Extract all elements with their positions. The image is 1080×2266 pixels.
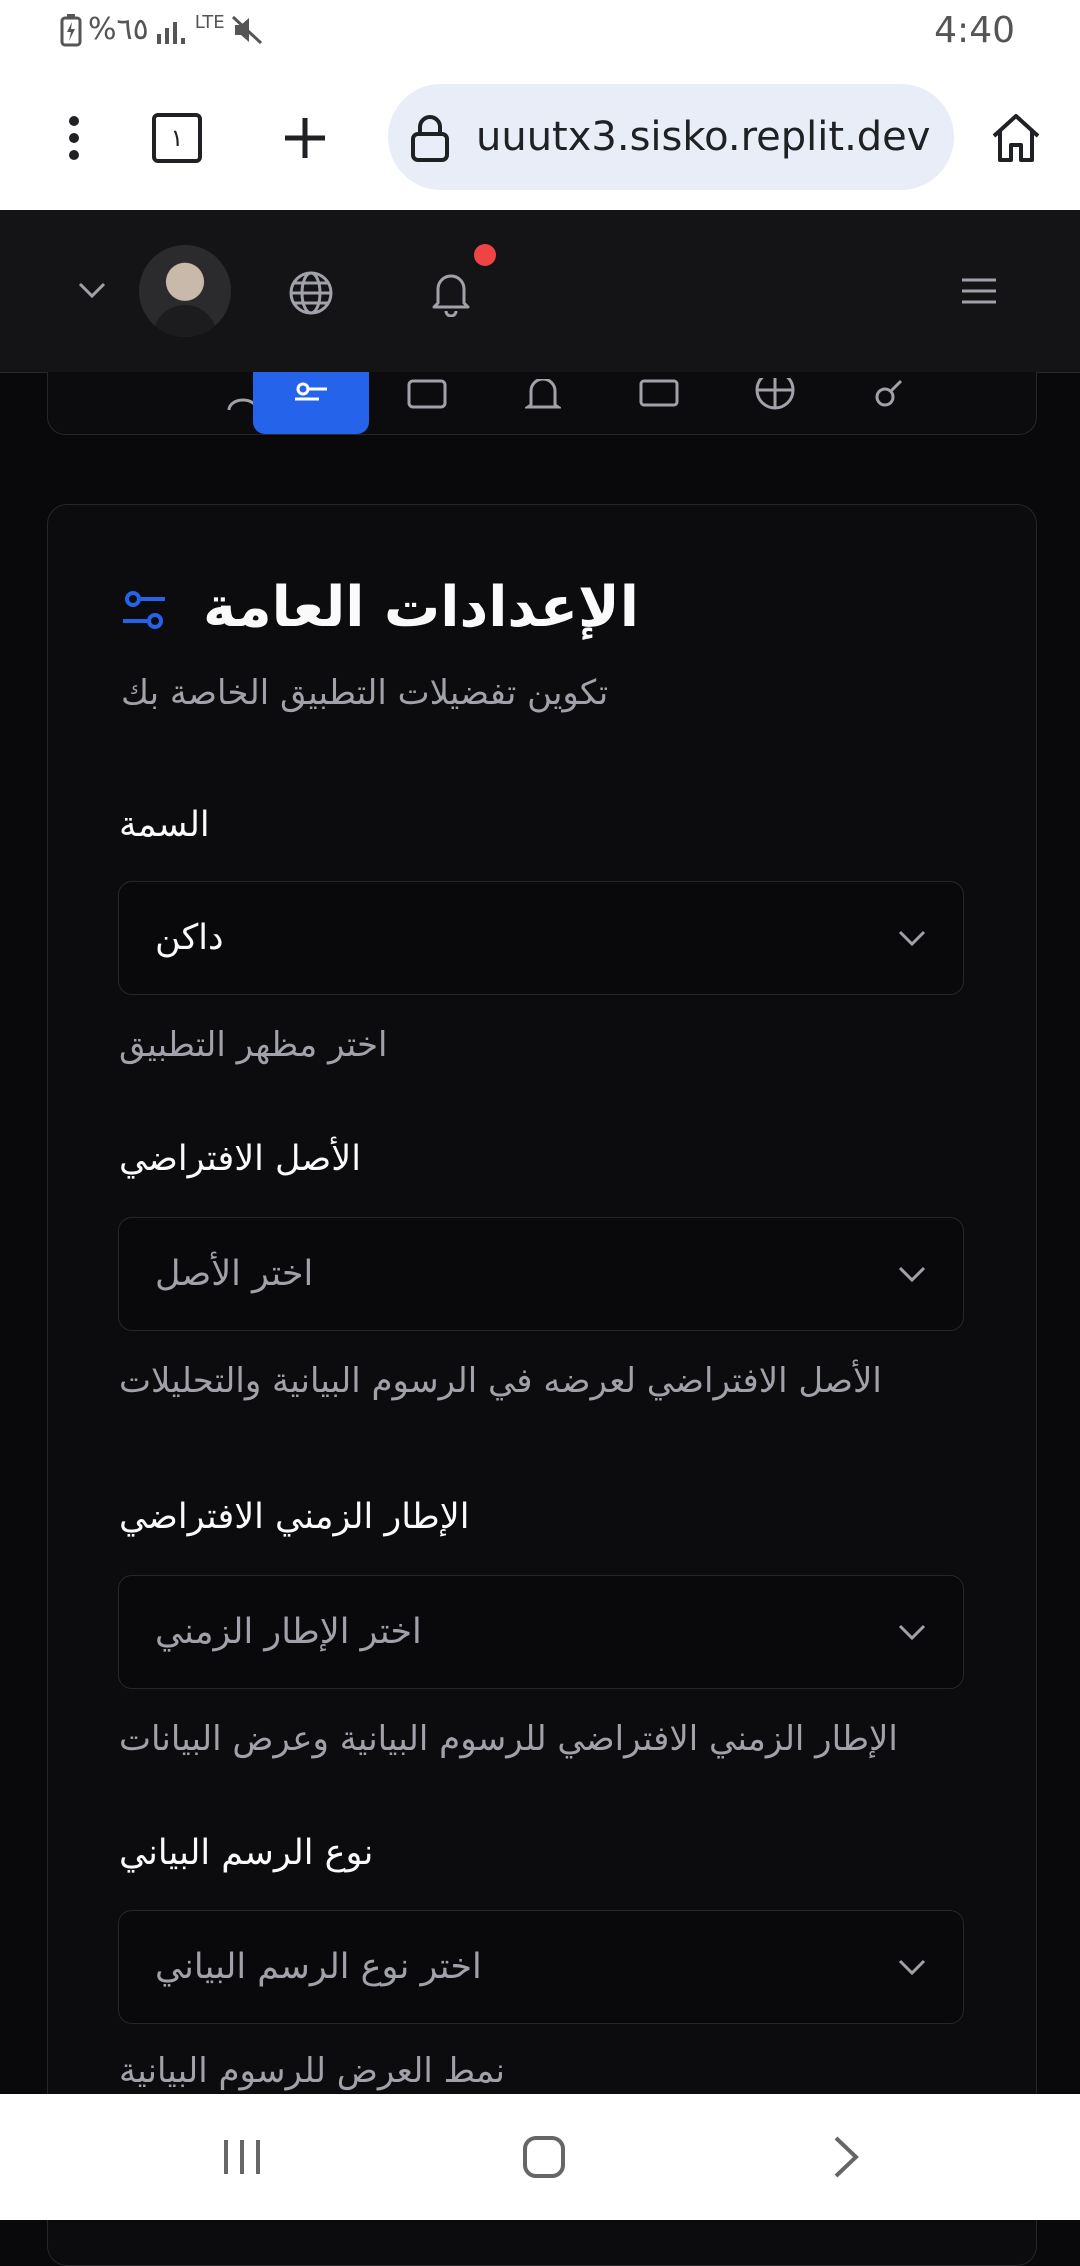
status-icons: %٦٥ LTE (60, 12, 265, 47)
lock-icon (411, 115, 449, 162)
theme-select[interactable]: داكن (118, 881, 964, 995)
tab-count: ١ (152, 113, 202, 163)
default-asset-placeholder: اختر الأصل (155, 1254, 314, 1294)
default-asset-help: الأصل الافتراضي لعرضه في الرسوم البيانية… (119, 1361, 882, 1401)
battery-charging-icon (60, 13, 82, 46)
notification-badge (474, 244, 496, 266)
url-text: uuutx3.sisko.replit.dev (476, 114, 931, 160)
chart-type-select[interactable]: اختر نوع الرسم البياني (118, 1910, 964, 2024)
menu-icon[interactable] (956, 268, 1002, 314)
notification-bell-icon[interactable] (426, 266, 476, 320)
status-bar: %٦٥ LTE 4:40 (0, 0, 1080, 66)
app-header (0, 210, 1080, 373)
account-chevron-down-icon[interactable] (72, 270, 112, 310)
default-timeframe-label: الإطار الزمني الافتراضي (119, 1497, 470, 1537)
network-type: LTE (194, 11, 225, 33)
default-timeframe-select[interactable]: اختر الإطار الزمني (118, 1575, 964, 1689)
home-icon[interactable] (988, 66, 1044, 210)
avatar[interactable] (139, 245, 231, 337)
back-icon[interactable] (786, 2094, 906, 2220)
bell-icon (525, 379, 561, 409)
tab-security[interactable] (833, 372, 949, 434)
theme-label: السمة (119, 805, 210, 845)
mute-icon (231, 15, 262, 44)
signal-icon (156, 21, 185, 44)
browser-toolbar: ١ uuutx3.sisko.replit.dev (0, 66, 1080, 211)
card-header: الإعدادات العامة (48, 575, 1036, 655)
tab-notifications[interactable] (485, 372, 601, 434)
monitor-icon (639, 379, 679, 407)
settings-tabs (47, 372, 1037, 435)
new-tab-icon[interactable] (280, 66, 330, 210)
theme-select-value: داكن (155, 918, 224, 958)
battery-level: %٦٥ (88, 12, 149, 47)
page-subtitle: تكوين تفضيلات التطبيق الخاصة بك (121, 673, 609, 713)
tab-wallet[interactable] (369, 372, 485, 434)
page-title: الإعدادات العامة (203, 575, 639, 640)
settings-sliders-icon (123, 591, 165, 629)
tab-general[interactable] (253, 372, 369, 434)
key-icon (875, 379, 903, 407)
default-asset-label: الأصل الافتراضي (119, 1139, 361, 1179)
default-timeframe-placeholder: اختر الإطار الزمني (155, 1612, 422, 1652)
general-settings-card: الإعدادات العامة تكوين تفضيلات التطبيق ا… (47, 504, 1037, 2266)
address-bar[interactable]: uuutx3.sisko.replit.dev (388, 84, 954, 190)
card-icon (407, 379, 447, 409)
default-asset-select[interactable]: اختر الأصل (118, 1217, 964, 1331)
tab-switcher-button[interactable]: ١ (152, 66, 202, 210)
clock: 4:40 (934, 10, 1015, 51)
chevron-down-icon (897, 1218, 927, 1330)
chevron-down-icon (897, 1576, 927, 1688)
default-timeframe-help: الإطار الزمني الافتراضي للرسوم البيانية … (119, 1719, 898, 1759)
tab-display[interactable] (601, 372, 717, 434)
home-nav-icon[interactable] (484, 2094, 604, 2220)
recent-apps-icon[interactable] (182, 2094, 302, 2220)
settings-sliders-icon (295, 382, 327, 401)
chevron-down-icon (897, 1911, 927, 2023)
globe-icon[interactable] (286, 268, 336, 318)
more-options-icon[interactable] (52, 66, 96, 210)
globe-icon (755, 378, 795, 410)
chart-type-help: نمط العرض للرسوم البيانية (119, 2051, 506, 2091)
tab-language[interactable] (717, 372, 833, 434)
chevron-down-icon (897, 882, 927, 994)
chart-type-placeholder: اختر نوع الرسم البياني (155, 1947, 482, 1987)
chart-type-label: نوع الرسم البياني (119, 1833, 374, 1873)
theme-help: اختر مظهر التطبيق (119, 1025, 388, 1065)
system-navigation-bar (0, 2094, 1080, 2220)
